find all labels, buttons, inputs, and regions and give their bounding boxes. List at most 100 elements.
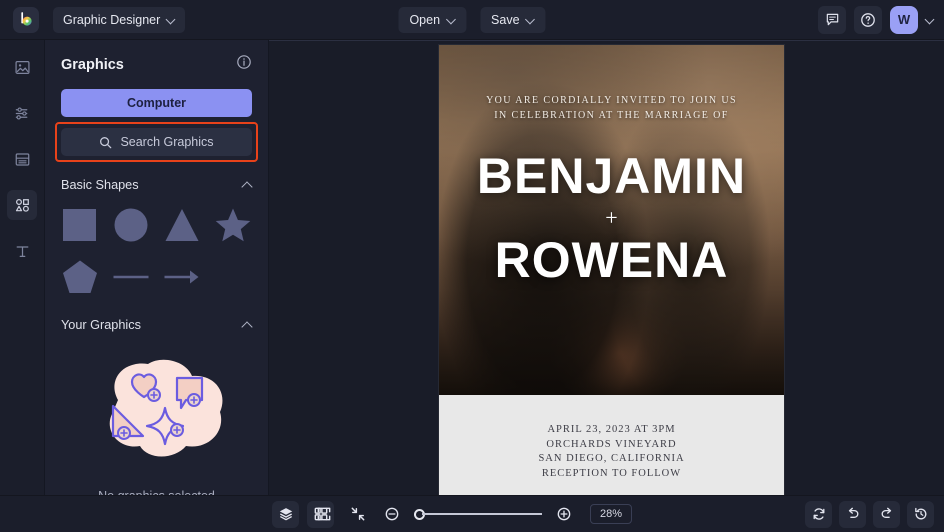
- your-graphics-title: Your Graphics: [61, 318, 141, 332]
- text-icon: [16, 245, 28, 257]
- detail-line-1: APRIL 23, 2023 AT 3PM: [547, 424, 676, 435]
- document-name-dropdown[interactable]: Graphic Designer: [53, 6, 186, 33]
- basic-shapes-title: Basic Shapes: [61, 178, 139, 192]
- plus-circle-icon: [557, 507, 571, 521]
- rail-item-graphics[interactable]: [7, 190, 37, 220]
- layers-icon: [279, 508, 292, 521]
- user-avatar[interactable]: W: [890, 5, 918, 34]
- rail-item-layouts[interactable]: [7, 144, 37, 174]
- graphics-panel: Graphics Computer Search Graphics Basic …: [45, 40, 269, 495]
- shape-circle[interactable]: [112, 206, 150, 244]
- graphics-blob-illustration: [109, 359, 222, 457]
- top-center-menus: Open Save: [398, 6, 546, 33]
- app-window: Graphic Designer Open Save W Graphics Co…: [0, 0, 944, 532]
- color-wheel-logo-icon: [20, 12, 32, 26]
- chat-button[interactable]: [818, 5, 846, 34]
- help-button[interactable]: [854, 5, 882, 34]
- invitation-photo: YOU ARE CORDIALLY INVITED TO JOIN US IN …: [439, 45, 784, 395]
- shape-triangle[interactable]: [163, 206, 201, 244]
- zoom-controls: 28%: [312, 502, 633, 526]
- your-graphics-empty-state: No graphics selected: [61, 348, 252, 495]
- invitation-photo-text: YOU ARE CORDIALLY INVITED TO JOIN US IN …: [439, 45, 784, 287]
- tool-rail: [0, 40, 45, 495]
- panel-info-button[interactable]: [236, 54, 252, 75]
- your-graphics-header[interactable]: Your Graphics: [61, 318, 252, 332]
- layout-icon: [15, 152, 29, 166]
- design-artboard[interactable]: YOU ARE CORDIALLY INVITED TO JOIN US IN …: [439, 45, 784, 495]
- undo-button[interactable]: [839, 500, 866, 528]
- shape-arrow[interactable]: [163, 258, 201, 296]
- zoom-in-button[interactable]: [552, 502, 576, 526]
- zoom-level-display[interactable]: 28%: [589, 504, 633, 524]
- avatar-initial: W: [897, 12, 911, 27]
- shrink-icon: [351, 507, 365, 521]
- account-chevron-down-icon[interactable]: [926, 16, 934, 24]
- chevron-up-icon[interactable]: [242, 180, 252, 190]
- save-label: Save: [491, 12, 520, 27]
- history-icon: [914, 507, 926, 520]
- rail-item-text[interactable]: [7, 236, 37, 266]
- redo-button[interactable]: [873, 500, 900, 528]
- chat-bubble-icon: [826, 13, 838, 26]
- open-label: Open: [409, 12, 441, 27]
- panel-header: Graphics: [61, 54, 252, 75]
- basic-shapes-row-1: [61, 206, 252, 244]
- app-logo[interactable]: [13, 6, 39, 33]
- chevron-down-icon: [527, 16, 535, 24]
- chevron-down-icon: [167, 16, 175, 24]
- app-body: Graphics Computer Search Graphics Basic …: [0, 40, 944, 495]
- sync-button[interactable]: [805, 500, 832, 528]
- rail-item-images[interactable]: [7, 52, 37, 82]
- shape-star[interactable]: [214, 206, 252, 244]
- open-menu-button[interactable]: Open: [398, 6, 467, 33]
- sync-icon: [813, 508, 824, 520]
- rail-item-adjustments[interactable]: [7, 98, 37, 128]
- info-circle-icon: [237, 55, 251, 69]
- computer-button[interactable]: Computer: [61, 89, 252, 117]
- panel-title: Graphics: [61, 56, 124, 73]
- computer-button-label: Computer: [126, 96, 187, 110]
- bottom-toolbar: 28%: [0, 495, 944, 532]
- chevron-up-icon[interactable]: [242, 320, 252, 330]
- undo-icon: [848, 507, 858, 518]
- zoom-slider[interactable]: [413, 508, 542, 520]
- bride-groom-name-2[interactable]: ROWENA: [439, 233, 784, 287]
- image-icon: [14, 60, 30, 74]
- zoom-level-value: 28%: [599, 508, 623, 520]
- shape-pentagon[interactable]: [61, 258, 99, 296]
- invite-line-1: YOU ARE CORDIALLY INVITED TO JOIN US: [486, 95, 737, 106]
- bride-groom-name-1[interactable]: BENJAMIN: [439, 149, 784, 203]
- search-graphics-placeholder: Search Graphics: [120, 135, 214, 149]
- document-name-label: Graphic Designer: [63, 12, 161, 27]
- top-toolbar: Graphic Designer Open Save W: [0, 0, 944, 40]
- shape-square[interactable]: [61, 206, 99, 244]
- basic-shapes-row-2: [61, 258, 252, 296]
- question-mark-circle-icon: [861, 12, 875, 27]
- fit-to-screen-button[interactable]: [312, 502, 336, 526]
- canvas-workspace[interactable]: YOU ARE CORDIALLY INVITED TO JOIN US IN …: [269, 40, 944, 495]
- basic-shapes-header[interactable]: Basic Shapes: [61, 178, 252, 192]
- redo-icon: [881, 507, 891, 518]
- save-menu-button[interactable]: Save: [480, 6, 546, 33]
- history-button[interactable]: [907, 500, 934, 528]
- detail-line-4: RECEPTION TO FOLLOW: [541, 467, 682, 479]
- bottom-right-actions: [805, 500, 934, 528]
- invitation-details[interactable]: APRIL 23, 2023 AT 3PM ORCHARDS VINEYARD …: [439, 395, 784, 481]
- layers-button[interactable]: [272, 500, 299, 528]
- search-graphics-input[interactable]: Search Graphics: [61, 128, 252, 156]
- detail-line-2: ORCHARDS VINEYARD: [546, 438, 677, 450]
- search-icon: [100, 136, 112, 148]
- shapes-icon: [15, 198, 29, 212]
- invite-line-2: IN CELEBRATION AT THE MARRIAGE OF: [494, 110, 729, 121]
- zoom-out-button[interactable]: [380, 502, 404, 526]
- shrink-button[interactable]: [346, 502, 370, 526]
- search-graphics-container: Search Graphics: [55, 122, 258, 162]
- fit-to-screen-icon: [317, 507, 331, 521]
- name-separator: +: [605, 205, 618, 230]
- shape-line[interactable]: [112, 258, 150, 296]
- zoom-slider-track[interactable]: [421, 513, 542, 515]
- sliders-icon: [15, 107, 27, 119]
- chevron-down-icon: [447, 16, 455, 24]
- top-right-actions: W: [818, 5, 934, 34]
- your-graphics-section: Your Graphics: [61, 318, 252, 495]
